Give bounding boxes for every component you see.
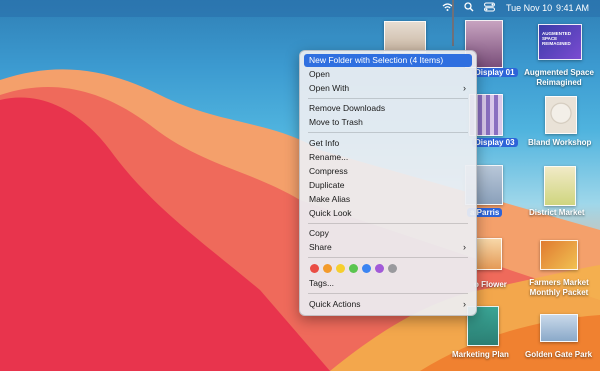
flower-thumbnail[interactable] — [476, 238, 502, 270]
desktop-background: Tue Nov 10 9:41 AM Display 01 AUGMENTED … — [0, 0, 600, 371]
desktop-label-augmented-space[interactable]: Augmented Space Reimagined — [520, 68, 598, 88]
chevron-right-icon: › — [463, 83, 466, 93]
menu-bar: Tue Nov 10 9:41 AM — [0, 0, 600, 17]
menu-item-make-alias[interactable]: Make Alias — [304, 193, 472, 206]
menu-item-new-folder-with-selection[interactable]: New Folder with Selection (4 Items) — [304, 54, 472, 67]
bland-workshop-thumbnail[interactable] — [545, 96, 577, 134]
menu-item-label: New Folder with Selection (4 Items) — [309, 55, 444, 65]
menu-item-quick-actions[interactable]: Quick Actions › — [304, 298, 472, 311]
menu-item-compress[interactable]: Compress — [304, 165, 472, 178]
chevron-right-icon: › — [463, 242, 466, 252]
desktop-label-display-01[interactable]: Display 01 — [472, 68, 518, 77]
menu-item-label: Quick Look — [309, 208, 352, 218]
desktop-label-bland-workshop[interactable]: Bland Workshop — [528, 138, 591, 147]
menu-item-label: Quick Actions — [309, 299, 361, 309]
district-market-thumbnail[interactable] — [544, 166, 576, 206]
menu-item-rename[interactable]: Rename... — [304, 151, 472, 164]
menu-item-label: Make Alias — [309, 194, 351, 204]
menu-item-copy[interactable]: Copy — [304, 227, 472, 240]
photo-thumbnail[interactable] — [384, 21, 426, 53]
menu-separator — [308, 98, 468, 99]
desktop-label-flower[interactable]: o Flower — [474, 280, 507, 289]
menu-item-tags[interactable]: Tags... — [304, 277, 472, 290]
chevron-right-icon: › — [463, 299, 466, 309]
desktop-label-display-03[interactable]: Display 03 — [472, 138, 518, 147]
tag-gray-dot[interactable] — [388, 264, 397, 273]
menu-item-remove-downloads[interactable]: Remove Downloads — [304, 102, 472, 115]
menu-separator — [308, 223, 468, 224]
menu-separator — [308, 293, 468, 294]
menu-separator — [308, 257, 468, 258]
tag-purple-dot[interactable] — [375, 264, 384, 273]
desktop-label-farmers-market[interactable]: Farmers Market Monthly Packet — [522, 278, 596, 298]
menu-item-label: Open With — [309, 83, 350, 93]
menubar-time[interactable]: 9:41 AM — [556, 3, 589, 14]
pointer-line — [452, 0, 454, 46]
tag-red-dot[interactable] — [310, 264, 319, 273]
tag-orange-dot[interactable] — [323, 264, 332, 273]
menu-item-label: Open — [309, 69, 330, 79]
menubar-date[interactable]: Tue Nov 10 — [506, 3, 552, 14]
menu-item-label: Copy — [309, 228, 329, 238]
control-center-icon[interactable] — [484, 2, 495, 12]
menu-item-share[interactable]: Share › — [304, 241, 472, 254]
menu-item-label: Tags... — [309, 278, 335, 288]
menu-item-label: Get Info — [309, 138, 340, 148]
tag-blue-dot[interactable] — [362, 264, 371, 273]
menu-item-open[interactable]: Open — [304, 68, 472, 81]
augmented-space-thumb-text: AUGMENTED SPACE REIMAGINED — [542, 31, 571, 46]
golden-gate-park-thumbnail[interactable] — [540, 314, 578, 342]
menu-item-get-info[interactable]: Get Info — [304, 137, 472, 150]
desktop-label-marketing-plan[interactable]: Marketing Plan — [452, 350, 509, 359]
tag-green-dot[interactable] — [349, 264, 358, 273]
menu-item-quick-look[interactable]: Quick Look — [304, 207, 472, 220]
farmers-market-thumbnail[interactable] — [540, 240, 578, 270]
menu-item-label: Duplicate — [309, 180, 345, 190]
menu-separator — [308, 132, 468, 133]
menu-item-move-to-trash[interactable]: Move to Trash — [304, 116, 472, 129]
menu-item-duplicate[interactable]: Duplicate — [304, 179, 472, 192]
tag-yellow-dot[interactable] — [336, 264, 345, 273]
menu-item-label: Remove Downloads — [309, 103, 386, 113]
menu-item-label: Compress — [309, 166, 348, 176]
augmented-space-thumbnail[interactable]: AUGMENTED SPACE REIMAGINED — [538, 24, 582, 60]
tag-color-row — [310, 263, 470, 275]
menu-item-label: Move to Trash — [309, 117, 363, 127]
menu-item-open-with[interactable]: Open With › — [304, 82, 472, 95]
desktop-label-golden-gate-park[interactable]: Golden Gate Park — [525, 350, 592, 359]
context-menu: New Folder with Selection (4 Items) Open… — [299, 50, 477, 316]
search-icon[interactable] — [464, 2, 474, 12]
menu-item-label: Rename... — [309, 152, 349, 162]
desktop-label-district-market[interactable]: District Market — [529, 208, 585, 217]
menu-item-label: Share — [309, 242, 332, 252]
